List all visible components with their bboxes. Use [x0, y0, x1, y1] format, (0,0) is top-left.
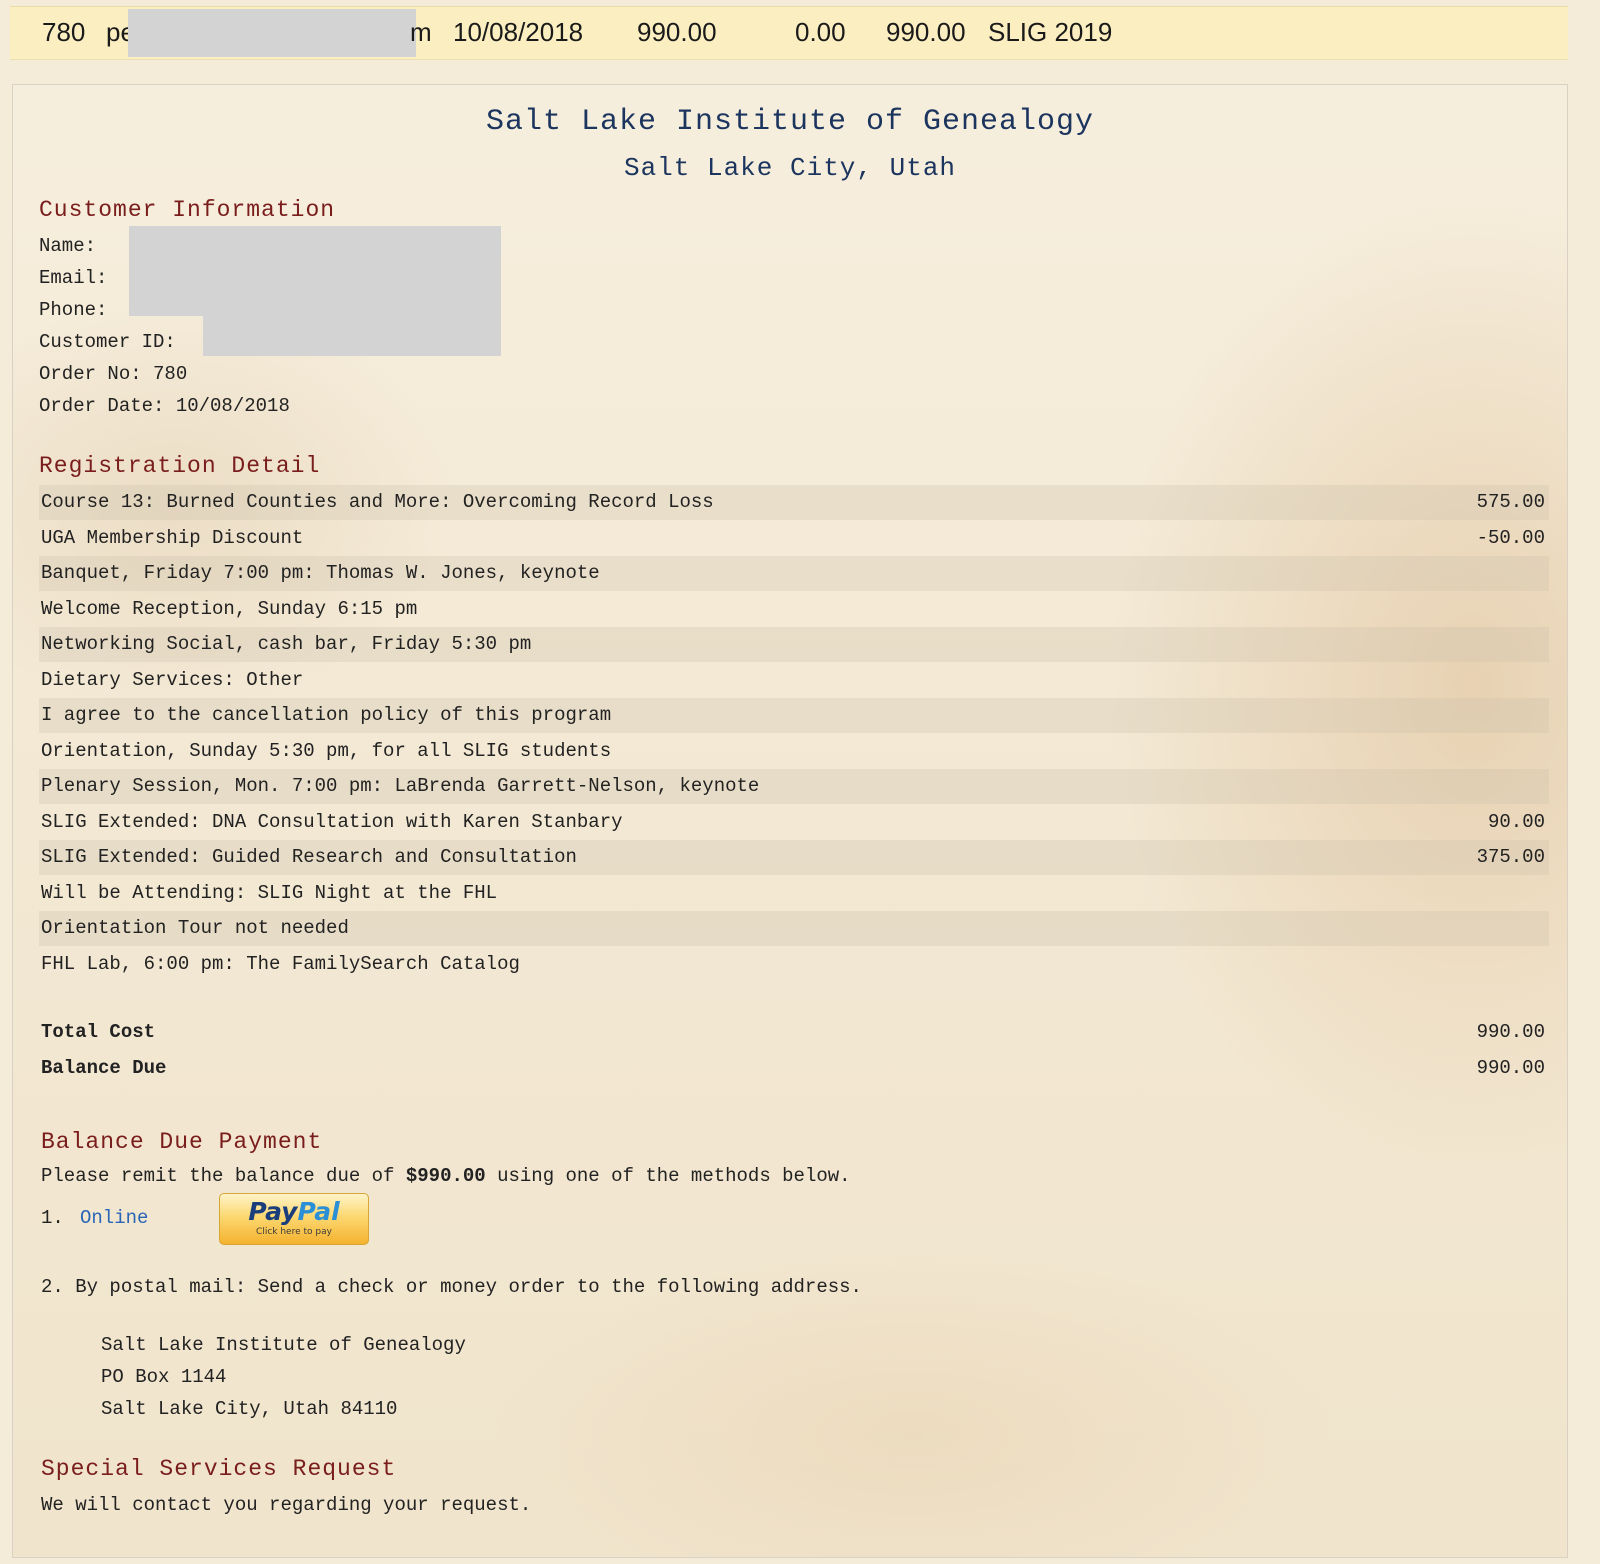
remit-instruction: Please remit the balance due of $990.00 … — [41, 1165, 851, 1187]
registration-item-description: Plenary Session, Mon. 7:00 pm: LaBrenda … — [41, 775, 760, 797]
registration-item-description: SLIG Extended: DNA Consultation with Kar… — [41, 810, 623, 833]
online-option-number: 1. — [41, 1207, 64, 1229]
registration-item-row: Will be Attending: SLIG Night at the FHL — [39, 876, 1549, 911]
registration-item-row: Orientation, Sunday 5:30 pm, for all SLI… — [39, 734, 1549, 769]
registration-item-description: Orientation, Sunday 5:30 pm, for all SLI… — [41, 739, 612, 762]
registration-item-description: Networking Social, cash bar, Friday 5:30… — [41, 633, 532, 655]
total-cost-row: Total Cost 990.00 — [39, 1015, 1549, 1050]
order-date-label: Order Date: 10/08/2018 — [39, 395, 290, 417]
phone-label: Phone: — [39, 299, 108, 321]
registration-item-row: I agree to the cancellation policy of th… — [39, 698, 1549, 733]
paypal-logo-pay: Pay — [248, 1197, 298, 1226]
address-line: Salt Lake Institute of Genealogy — [101, 1334, 466, 1356]
registration-item-description: Will be Attending: SLIG Night at the FHL — [41, 881, 498, 904]
total-cost-value: 990.00 — [1476, 1021, 1545, 1043]
registration-item-row: Plenary Session, Mon. 7:00 pm: LaBrenda … — [39, 769, 1549, 804]
registration-item-description: Course 13: Burned Counties and More: Ove… — [41, 491, 714, 513]
registration-item-description: Dietary Services: Other — [41, 668, 304, 691]
balance-due-row: Balance Due 990.00 — [39, 1051, 1549, 1086]
registration-item-description: I agree to the cancellation policy of th… — [41, 704, 612, 726]
email-label: Email: — [39, 267, 108, 289]
registration-item-row: Networking Social, cash bar, Friday 5:30… — [39, 627, 1549, 662]
payment-heading: Balance Due Payment — [41, 1129, 323, 1155]
remit-prefix: Please remit the balance due of — [41, 1165, 406, 1187]
registration-item-description: UGA Membership Discount — [41, 526, 304, 549]
paypal-subtext: Click here to pay — [256, 1227, 332, 1237]
special-services-heading: Special Services Request — [41, 1456, 397, 1482]
address-line: PO Box 1144 — [101, 1366, 227, 1388]
order-summary-row[interactable]: 780 pe m 10/08/2018 990.00 0.00 990.00 S… — [10, 6, 1568, 60]
invoice-subtitle: Salt Lake City, Utah — [623, 153, 957, 183]
registration-item-description: FHL Lab, 6:00 pm: The FamilySearch Catal… — [41, 952, 520, 975]
registration-heading: Registration Detail — [39, 453, 321, 479]
order-total: 990.00 — [637, 17, 717, 47]
registration-item-amount: 375.00 — [1476, 846, 1545, 868]
customer-name-suffix: m — [410, 17, 432, 47]
registration-item-description: Orientation Tour not needed — [41, 917, 349, 939]
registration-item-row: Orientation Tour not needed — [39, 911, 1549, 946]
registration-item-amount: 575.00 — [1476, 491, 1545, 513]
order-balance: 990.00 — [886, 17, 966, 47]
redacted-customer-contact — [129, 226, 501, 316]
balance-due-value: 990.00 — [1476, 1057, 1545, 1079]
registration-item-row: Dietary Services: Other — [39, 663, 1549, 698]
address-line: Salt Lake City, Utah 84110 — [101, 1398, 398, 1420]
special-services-text: We will contact you regarding your reque… — [41, 1494, 532, 1516]
registration-item-row: Banquet, Friday 7:00 pm: Thomas W. Jones… — [39, 556, 1549, 591]
total-cost-label: Total Cost — [41, 1021, 156, 1043]
redacted-customer-id — [203, 316, 501, 356]
order-no: 780 — [42, 17, 86, 47]
order-paid: 0.00 — [795, 17, 846, 47]
customer-info-heading: Customer Information — [39, 197, 336, 223]
invoice-title: Salt Lake Institute of Genealogy — [485, 105, 1095, 139]
registration-item-amount: -50.00 — [1476, 526, 1545, 549]
redacted-customer-name — [128, 9, 416, 57]
paypal-button[interactable]: PayPal Click here to pay — [219, 1193, 369, 1245]
paypal-logo: PayPal — [220, 1198, 368, 1226]
registration-item-description: SLIG Extended: Guided Research and Consu… — [41, 846, 577, 868]
remit-amount: $990.00 — [405, 1165, 486, 1187]
remit-suffix: using one of the methods below. — [485, 1165, 851, 1187]
paypal-logo-pal: Pal — [297, 1197, 340, 1226]
registration-item-row: Course 13: Burned Counties and More: Ove… — [39, 485, 1549, 520]
balance-due-label: Balance Due — [41, 1057, 167, 1079]
invoice-panel: Salt Lake Institute of Genealogy Salt La… — [12, 84, 1568, 1558]
registration-item-row: FHL Lab, 6:00 pm: The FamilySearch Catal… — [39, 947, 1549, 982]
online-payment-link[interactable]: Online — [80, 1207, 148, 1229]
registration-item-description: Welcome Reception, Sunday 6:15 pm — [41, 597, 418, 620]
registration-item-row: Welcome Reception, Sunday 6:15 pm — [39, 592, 1549, 627]
registration-item-row: SLIG Extended: Guided Research and Consu… — [39, 840, 1549, 875]
registration-item-row: UGA Membership Discount -50.00 — [39, 521, 1549, 556]
postal-instruction: 2. By postal mail: Send a check or money… — [41, 1276, 862, 1298]
order-no-label: Order No: 780 — [39, 363, 188, 385]
customer-id-label: Customer ID: — [39, 331, 176, 353]
order-date: 10/08/2018 — [453, 17, 584, 47]
name-label: Name: — [39, 235, 97, 257]
registration-item-description: Banquet, Friday 7:00 pm: Thomas W. Jones… — [41, 562, 600, 584]
registration-item-row: SLIG Extended: DNA Consultation with Kar… — [39, 805, 1549, 840]
registration-item-amount: 90.00 — [1487, 810, 1545, 833]
order-event: SLIG 2019 — [988, 17, 1113, 47]
